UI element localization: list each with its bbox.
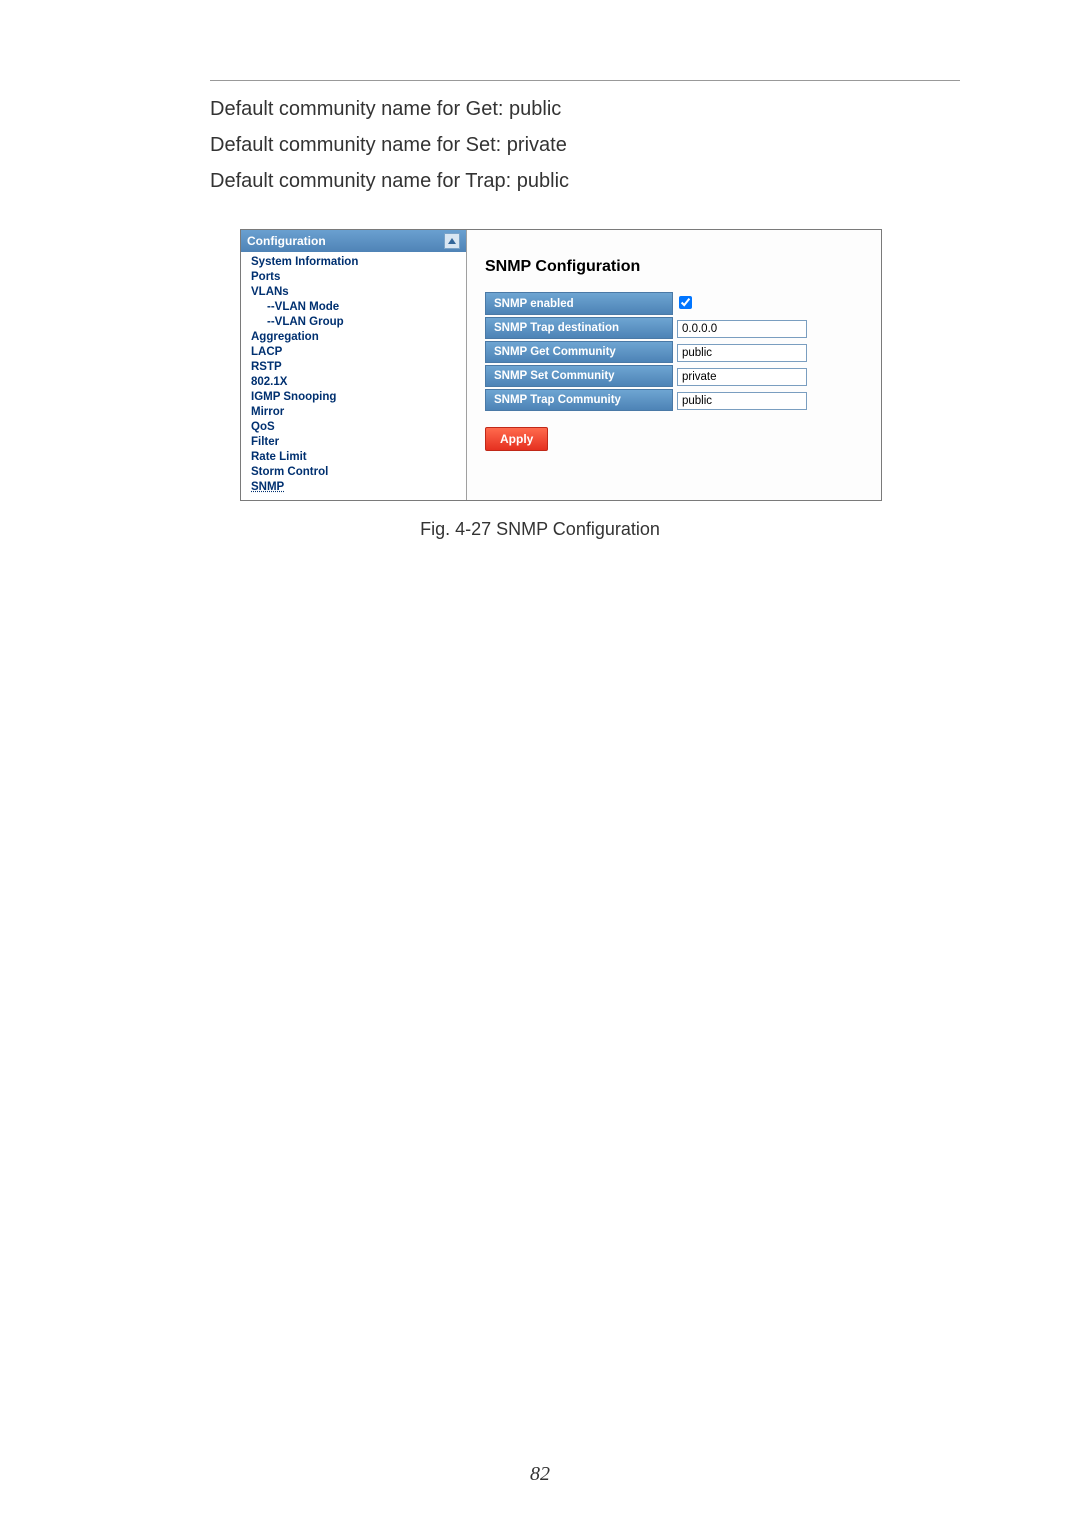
form-row: SNMP Set Community	[485, 365, 808, 387]
form-row: SNMP enabled	[485, 292, 808, 315]
text-input[interactable]	[677, 392, 807, 410]
form-row: SNMP Trap destination	[485, 317, 808, 339]
sidebar-item[interactable]: VLANs	[249, 284, 466, 299]
apply-button[interactable]: Apply	[485, 427, 548, 451]
sidebar-items: System InformationPortsVLANsVLAN ModeVLA…	[241, 252, 466, 500]
sidebar-item[interactable]: LACP	[249, 344, 466, 359]
text-input[interactable]	[677, 344, 807, 362]
text-input[interactable]	[677, 368, 807, 386]
sidebar-header: Configuration	[241, 230, 466, 252]
embedded-screenshot: Configuration System InformationPortsVLA…	[240, 229, 882, 501]
body-line: Default community name for Get: public	[210, 91, 960, 127]
sidebar-subitem[interactable]: VLAN Mode	[249, 299, 466, 314]
form-value-cell	[673, 389, 808, 411]
sidebar-item[interactable]: RSTP	[249, 359, 466, 374]
sidebar-item[interactable]: Mirror	[249, 404, 466, 419]
scroll-up-icon[interactable]	[444, 233, 460, 249]
sidebar-item[interactable]: Filter	[249, 434, 466, 449]
page-title: SNMP Configuration	[485, 258, 863, 276]
form-row: SNMP Trap Community	[485, 389, 808, 411]
sidebar-item[interactable]: IGMP Snooping	[249, 389, 466, 404]
body-line: Default community name for Set: private	[210, 127, 960, 163]
sidebar-item[interactable]: Rate Limit	[249, 449, 466, 464]
body-line: Default community name for Trap: public	[210, 163, 960, 199]
form-label: SNMP Get Community	[485, 341, 673, 363]
sidebar-item[interactable]: System Information	[249, 254, 466, 269]
form-value-cell	[673, 317, 808, 339]
text-input[interactable]	[677, 320, 807, 338]
config-sidebar: Configuration System InformationPortsVLA…	[241, 230, 467, 500]
sidebar-subitem[interactable]: VLAN Group	[249, 314, 466, 329]
form-label: SNMP enabled	[485, 292, 673, 315]
form-label: SNMP Trap destination	[485, 317, 673, 339]
horizontal-rule	[210, 80, 960, 81]
form-value-cell	[673, 341, 808, 363]
sidebar-item[interactable]: SNMP	[249, 479, 466, 494]
sidebar-item[interactable]: Aggregation	[249, 329, 466, 344]
form-label: SNMP Set Community	[485, 365, 673, 387]
sidebar-item[interactable]: QoS	[249, 419, 466, 434]
page-number: 82	[0, 1463, 1080, 1486]
main-pane: SNMP Configuration SNMP enabledSNMP Trap…	[467, 230, 881, 500]
snmp-enabled-checkbox[interactable]	[679, 296, 692, 309]
sidebar-item[interactable]: Ports	[249, 269, 466, 284]
form-row: SNMP Get Community	[485, 341, 808, 363]
form-value-cell	[673, 365, 808, 387]
document-page: Default community name for Get: public D…	[0, 0, 1080, 1526]
form-label: SNMP Trap Community	[485, 389, 673, 411]
sidebar-item[interactable]: 802.1X	[249, 374, 466, 389]
sidebar-item[interactable]: Storm Control	[249, 464, 466, 479]
sidebar-header-title: Configuration	[247, 234, 326, 248]
form-value-cell	[673, 292, 808, 315]
body-text-block: Default community name for Get: public D…	[210, 91, 960, 199]
figure-caption: Fig. 4-27 SNMP Configuration	[220, 519, 860, 540]
snmp-form-table: SNMP enabledSNMP Trap destinationSNMP Ge…	[485, 290, 808, 413]
